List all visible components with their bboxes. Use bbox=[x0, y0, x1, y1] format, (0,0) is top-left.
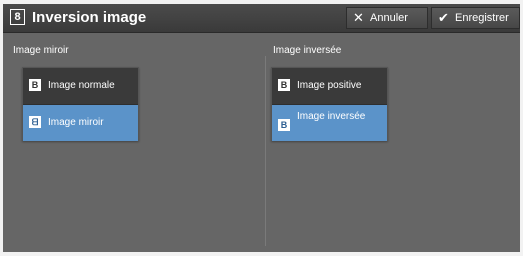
option-positive-image[interactable]: B Image positive bbox=[272, 68, 387, 105]
option-label: Image positive bbox=[297, 80, 362, 91]
negative-option-group: B Image positive B Image inversée bbox=[271, 67, 388, 141]
checkmark-icon: ✔ bbox=[438, 10, 449, 25]
screen: 8 Inversion image ✕ Annuler ✔ Enregistre… bbox=[3, 4, 520, 252]
negative-image-icon: B bbox=[278, 119, 290, 131]
image-inversion-icon: 8 bbox=[10, 9, 25, 25]
save-button-label: Enregistrer bbox=[455, 12, 509, 24]
option-mirror-image[interactable]: ᗺ Image miroir bbox=[23, 105, 138, 141]
option-label: Image miroir bbox=[48, 117, 104, 128]
page-title: Inversion image bbox=[32, 9, 147, 26]
option-normal-image[interactable]: B Image normale bbox=[23, 68, 138, 105]
mirror-option-group: B Image normale ᗺ Image miroir bbox=[22, 67, 139, 141]
section-divider bbox=[265, 56, 266, 246]
negative-section-label: Image inversée bbox=[273, 45, 342, 56]
mirror-section-label: Image miroir bbox=[13, 45, 69, 56]
cancel-button-label: Annuler bbox=[370, 12, 408, 24]
save-button[interactable]: ✔ Enregistrer bbox=[431, 7, 520, 29]
header-bar: 8 Inversion image ✕ Annuler ✔ Enregistre… bbox=[3, 4, 520, 33]
mirror-image-icon: ᗺ bbox=[29, 116, 41, 128]
normal-image-icon: B bbox=[29, 79, 41, 91]
option-negative-image[interactable]: B Image inversée bbox=[272, 105, 387, 141]
option-label: Image inversée bbox=[297, 111, 366, 122]
cancel-button[interactable]: ✕ Annuler bbox=[346, 7, 428, 29]
option-label: Image normale bbox=[48, 80, 115, 91]
close-icon: ✕ bbox=[353, 10, 364, 25]
positive-image-icon: B bbox=[278, 79, 290, 91]
